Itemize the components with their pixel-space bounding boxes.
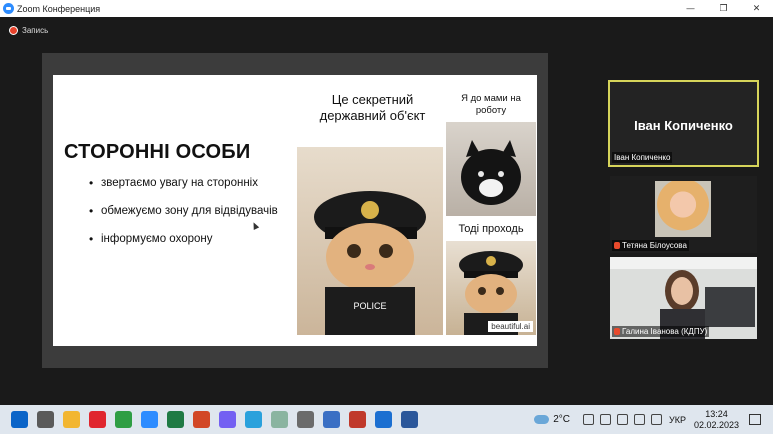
system-tray: 2°C УКР 13:24 02.02.2023: [534, 405, 773, 434]
recording-label[interactable]: Запись: [22, 26, 48, 35]
pdf-reader-icon[interactable]: [348, 411, 366, 428]
black-kitten-image: [446, 122, 536, 216]
calculator-icon[interactable]: [296, 411, 314, 428]
mic-muted-icon: [614, 242, 620, 249]
participant-name: Тетяна Білоусова: [622, 241, 687, 250]
participant-name-label: Тетяна Білоусова: [612, 240, 689, 251]
zoom-icon[interactable]: [140, 411, 158, 428]
word-icon[interactable]: [400, 411, 418, 428]
bullet-item: звертаємо увагу на сторонніх: [89, 176, 289, 190]
participant-tile-active-speaker[interactable]: Іван Копиченко Іван Копиченко: [608, 80, 759, 167]
close-button[interactable]: ✕: [740, 0, 773, 17]
maximize-button[interactable]: ❐: [707, 0, 740, 17]
opera-icon[interactable]: [88, 411, 106, 428]
network-icon[interactable]: [633, 414, 645, 425]
police-cat-image: POLICE: [297, 147, 443, 335]
minimize-button[interactable]: —: [674, 0, 707, 17]
windows-start-icon[interactable]: [10, 411, 28, 428]
task-view-icon[interactable]: [36, 411, 54, 428]
notifications-icon[interactable]: [749, 414, 761, 425]
brand-watermark: beautiful.ai: [488, 321, 533, 332]
chevron-up-icon[interactable]: [582, 414, 594, 425]
meme-caption-main: Це секретний державний об'єкт: [319, 92, 426, 123]
clock[interactable]: 13:24 02.02.2023: [694, 409, 739, 431]
participant-tile[interactable]: Галина Іванова (КДПУ): [610, 257, 757, 339]
bullet-item: інформуємо охорону: [89, 232, 289, 246]
meme-caption-bottom-right: Тоді проходь: [458, 223, 524, 235]
viber-icon[interactable]: [218, 411, 236, 428]
weather-widget[interactable]: 2°C: [534, 414, 570, 425]
presentation-slide: СТОРОННІ ОСОБИ звертаємо увагу на сторон…: [53, 75, 537, 346]
telegram-icon[interactable]: [244, 411, 262, 428]
snipping-tool-icon[interactable]: [322, 411, 340, 428]
taskbar: 2°C УКР 13:24 02.02.2023: [0, 405, 773, 434]
excel-icon[interactable]: [166, 411, 184, 428]
svg-text:POLICE: POLICE: [353, 301, 386, 311]
battery-icon[interactable]: [599, 414, 611, 425]
participant-tile[interactable]: Тетяна Білоусова: [610, 176, 757, 253]
cloud-icon: [534, 415, 550, 424]
chrome-icon[interactable]: [114, 411, 132, 428]
participant-display-name: Іван Копиченко: [634, 118, 733, 133]
weather-temperature: 2°C: [553, 414, 570, 425]
notepad-icon[interactable]: [270, 411, 288, 428]
slide-title: СТОРОННІ ОСОБИ: [64, 141, 251, 163]
participant-video: [655, 181, 711, 237]
zoom-meeting-icon[interactable]: [374, 411, 392, 428]
meme-caption-top-right: Я до мами на роботу: [461, 93, 521, 116]
participant-name-label: Іван Копиченко: [612, 152, 673, 163]
window-title-bar: Zoom Конференция — ❐ ✕: [0, 0, 773, 17]
participant-name-label: Галина Іванова (КДПУ): [612, 326, 710, 337]
bullet-item: обмежуємо зону для відвідувачів: [89, 204, 289, 218]
recording-icon[interactable]: [9, 25, 18, 35]
slide-bullets: звертаємо увагу на сторонніх обмежуємо з…: [89, 176, 289, 260]
meme-image: Це секретний державний об'єкт Я до мами …: [295, 75, 537, 346]
recording-bar: Запись: [0, 17, 773, 43]
volume-icon[interactable]: [650, 414, 662, 425]
window-controls: — ❐ ✕: [674, 0, 773, 17]
police-cat-small-image: beautiful.ai: [446, 241, 536, 335]
bluetooth-icon[interactable]: [616, 414, 628, 425]
taskbar-apps: [6, 411, 422, 428]
language-indicator[interactable]: УКР: [669, 415, 686, 425]
file-explorer-icon[interactable]: [62, 411, 80, 428]
clock-time: 13:24: [705, 408, 728, 419]
zoom-app-icon: [3, 3, 14, 14]
tray-icons: [580, 414, 665, 425]
powerpoint-icon[interactable]: [192, 411, 210, 428]
window-title: Zoom Конференция: [17, 3, 101, 14]
participant-name: Галина Іванова (КДПУ): [622, 327, 708, 336]
mic-muted-icon: [614, 328, 620, 335]
clock-date: 02.02.2023: [693, 419, 739, 430]
